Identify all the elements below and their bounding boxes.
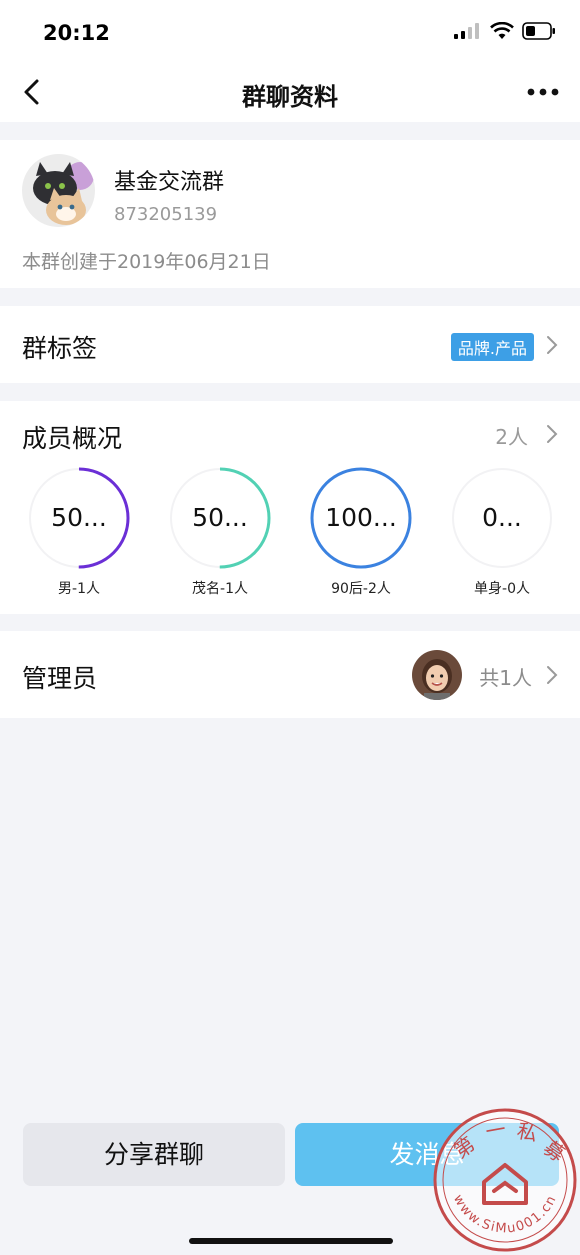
stat-percent: 100... <box>325 503 397 532</box>
group-info-card: 基金交流群 873205139 本群创建于2019年06月21日 <box>0 140 580 288</box>
members-overview-card[interactable]: 成员概况 2人 50... 男-1人 50... 茂名-1人 100... 90… <box>0 401 580 614</box>
admin-title: 管理员 <box>22 664 98 693</box>
cat-avatar-icon <box>22 154 95 227</box>
girl-avatar-icon <box>412 650 462 700</box>
signal-icon <box>454 23 479 39</box>
group-avatar[interactable] <box>22 154 95 227</box>
group-id: 873205139 <box>114 204 218 225</box>
more-dots-icon[interactable] <box>526 82 560 102</box>
status-icons <box>454 22 556 40</box>
member-stat-single: 0... 单身-0人 <box>447 466 557 598</box>
group-tag-badge: 品牌.产品 <box>450 333 534 361</box>
group-created-date: 本群创建于2019年06月21日 <box>22 251 271 273</box>
home-indicator <box>189 1238 393 1244</box>
admin-row[interactable]: 管理员 共1人 <box>0 631 580 718</box>
member-stat-location: 50... 茂名-1人 <box>165 466 275 598</box>
stat-label: 男-1人 <box>58 581 100 597</box>
wifi-icon <box>490 22 514 39</box>
member-count: 2人 <box>495 425 528 449</box>
stat-label: 90后-2人 <box>331 581 391 597</box>
chevron-right-icon <box>547 425 558 443</box>
stat-percent: 50... <box>51 503 107 532</box>
chevron-right-icon <box>547 666 558 684</box>
stat-percent: 50... <box>192 503 248 532</box>
chevron-right-icon <box>547 336 558 354</box>
stat-percent: 0... <box>482 503 522 532</box>
admin-avatar <box>412 650 462 700</box>
battery-icon <box>522 22 555 40</box>
watermark-seal: 第 一 私 募 www.SiMu001.cn <box>433 1108 577 1252</box>
member-stat-gender: 50... 男-1人 <box>24 466 134 598</box>
share-group-button[interactable]: 分享群聊 <box>23 1123 285 1186</box>
admin-count: 共1人 <box>479 666 532 690</box>
stat-label: 茂名-1人 <box>192 581 248 597</box>
group-tag-title: 群标签 <box>22 334 98 363</box>
member-stat-age: 100... 90后-2人 <box>306 466 416 598</box>
status-time: 20:12 <box>43 21 110 45</box>
svg-text:一: 一 <box>484 1117 508 1144</box>
nav-bar: 群聊资料 <box>0 62 580 122</box>
stat-label: 单身-0人 <box>474 581 530 597</box>
status-bar: 20:12 <box>0 0 580 62</box>
group-tag-row[interactable]: 群标签 品牌.产品 <box>0 306 580 383</box>
group-name: 基金交流群 <box>114 170 225 195</box>
page-title: 群聊资料 <box>242 83 338 111</box>
members-title: 成员概况 <box>22 424 123 453</box>
